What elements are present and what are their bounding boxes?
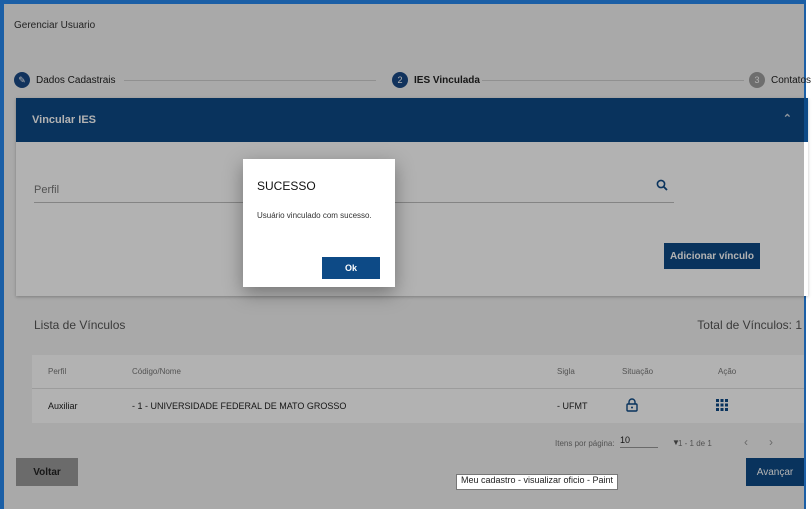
modal-backdrop[interactable]: [4, 4, 804, 509]
dialog-message: Usuário vinculado com sucesso.: [257, 211, 372, 220]
taskbar-tooltip: Meu cadastro - visualizar oficio - Paint: [456, 474, 619, 490]
dialog-title: SUCESSO: [257, 179, 316, 193]
success-dialog: SUCESSO Usuário vinculado com sucesso. O…: [243, 159, 395, 287]
ok-button[interactable]: Ok: [322, 257, 380, 279]
